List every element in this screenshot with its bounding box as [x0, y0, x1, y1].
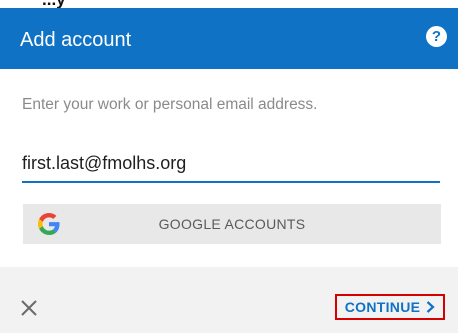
continue-button[interactable]: CONTINUE [335, 294, 445, 320]
partial-top-text: ...y [42, 0, 66, 8]
help-icon[interactable]: ? [426, 26, 447, 47]
close-icon[interactable] [18, 297, 40, 319]
footer-bar: CONTINUE [0, 267, 458, 333]
email-field[interactable] [22, 145, 440, 183]
header-bar: Add account ? [0, 8, 458, 69]
google-accounts-button[interactable]: GOOGLE ACCOUNTS [23, 204, 441, 244]
chevron-right-icon [427, 301, 435, 313]
top-strip: ...y [0, 0, 458, 8]
email-prompt: Enter your work or personal email addres… [22, 96, 318, 113]
google-accounts-label: GOOGLE ACCOUNTS [158, 216, 306, 232]
continue-label: CONTINUE [344, 299, 421, 315]
page-title: Add account [20, 29, 132, 51]
